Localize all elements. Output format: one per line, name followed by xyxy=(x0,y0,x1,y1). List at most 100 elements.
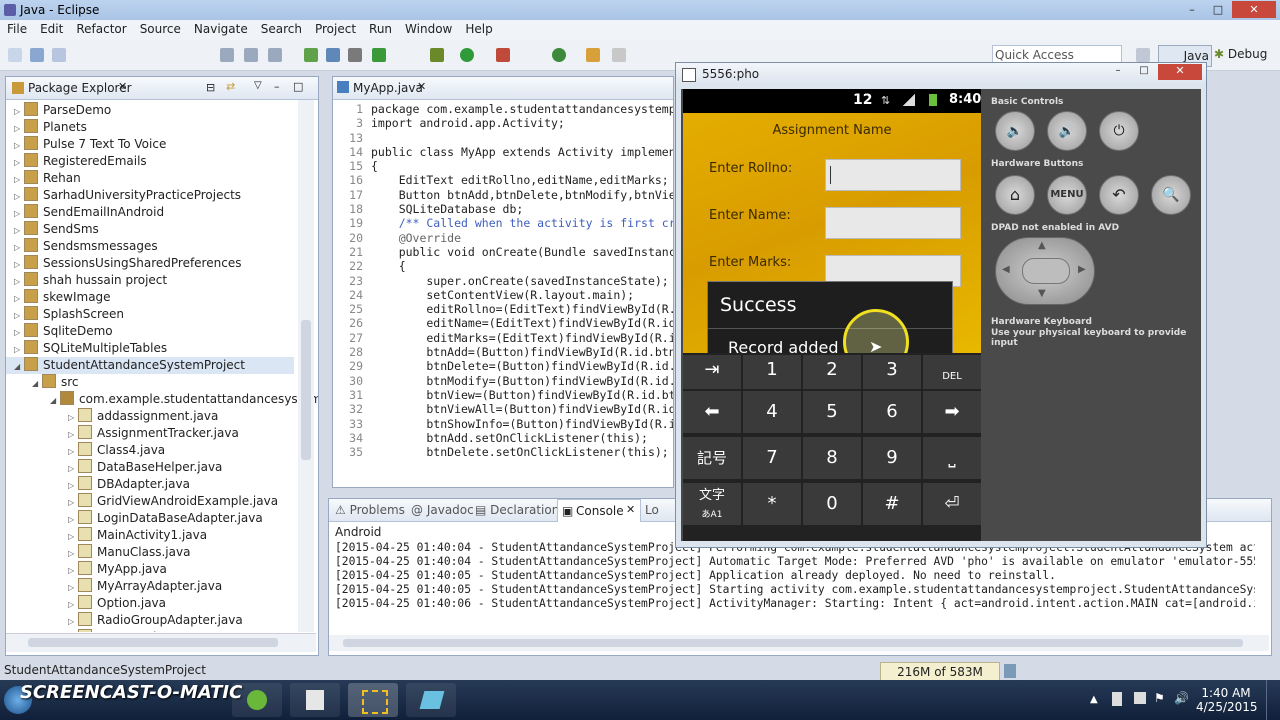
tree-item[interactable]: ▷ AssignmentTracker.java xyxy=(6,425,239,442)
tree-vscroll-thumb[interactable] xyxy=(301,320,311,460)
volume-up-button[interactable]: 🔊 xyxy=(1047,111,1087,151)
back-button[interactable]: ↶ xyxy=(1099,175,1139,215)
tree-item[interactable]: ▷ RegisteredEmails xyxy=(6,153,147,170)
emulator-close-button[interactable]: ✕ xyxy=(1158,64,1202,80)
key-6[interactable]: 6 xyxy=(863,391,921,433)
emulator-maximize-button[interactable]: □ xyxy=(1132,65,1156,79)
tree-item[interactable]: ▷ SarhadUniversityPracticeProjects xyxy=(6,187,241,204)
code-line[interactable]: 1 package com.example.studentattandancesy… xyxy=(333,102,673,116)
code-line[interactable]: 28 btnAdd=(Button)findViewById(R.id.btnA… xyxy=(333,345,673,359)
dpad-down-icon[interactable]: ▼ xyxy=(1038,288,1046,299)
tray-flag-icon[interactable]: ⚑ xyxy=(1154,691,1165,705)
key-3[interactable]: 3 xyxy=(863,355,921,389)
key-9[interactable]: 9 xyxy=(863,437,921,479)
collapsed-arrow-icon[interactable]: ▷ xyxy=(14,311,24,320)
code-line[interactable]: 16 EditText editRollno,editName,editMark… xyxy=(333,173,673,187)
editor-tab[interactable]: MyApp.java ✕ xyxy=(333,77,673,100)
key-star[interactable]: * xyxy=(743,483,801,525)
toggle-icon[interactable] xyxy=(220,48,234,62)
menu-navigate[interactable]: Navigate xyxy=(187,20,254,36)
search-tool-icon[interactable] xyxy=(612,48,626,62)
tree-item[interactable]: ▷ Class4.java xyxy=(6,442,165,459)
tree-item[interactable]: ▷ GridViewAndroidExample.java xyxy=(6,493,278,510)
code-line[interactable]: 21 public void onCreate(Bundle savedInst… xyxy=(333,245,673,259)
collapsed-arrow-icon[interactable]: ▷ xyxy=(14,124,24,133)
expanded-arrow-icon[interactable]: ◢ xyxy=(14,362,24,371)
tab-console[interactable]: ▣ Console ✕ xyxy=(557,499,641,522)
code-line[interactable]: 17 Button btnAdd,btnDelete,btnModify,btn… xyxy=(333,188,673,202)
tree-item[interactable]: ▷ SQLiteMultipleTables xyxy=(6,340,167,357)
menu-file[interactable]: File xyxy=(0,20,33,36)
key-right-arrow[interactable]: ➡ xyxy=(923,391,981,433)
code-line[interactable]: 24 setContentView(R.layout.main); xyxy=(333,288,673,302)
tree-item[interactable]: ▷ SplashScreen xyxy=(6,306,124,323)
pin-icon[interactable] xyxy=(244,48,258,62)
tree-item[interactable]: ▷ Option.java xyxy=(6,595,166,612)
collapsed-arrow-icon[interactable]: ▷ xyxy=(14,260,24,269)
dpad-up-icon[interactable]: ▲ xyxy=(1038,240,1046,251)
print-icon[interactable] xyxy=(52,48,66,62)
taskbar-eclipse-icon[interactable] xyxy=(232,683,282,717)
heap-status[interactable]: 216M of 583M xyxy=(880,662,1000,682)
lint-icon[interactable] xyxy=(348,48,362,62)
tree-item[interactable]: ▷Regester.java xyxy=(6,629,178,632)
close-console-icon[interactable]: ✕ xyxy=(626,503,635,516)
tab-javadoc[interactable]: @ Javadoc xyxy=(411,503,474,517)
tree-item[interactable]: ▷ LoginDataBaseAdapter.java xyxy=(6,510,263,527)
tree-item[interactable]: ▷ skewImage xyxy=(6,289,111,306)
tree-item[interactable]: ▷ DataBaseHelper.java xyxy=(6,459,222,476)
key-left-arrow[interactable]: ⬅ xyxy=(683,391,741,433)
name-input[interactable] xyxy=(825,207,961,239)
tree-item[interactable]: ▷ MyArrayAdapter.java xyxy=(6,578,222,595)
key-back-tab[interactable]: ⇥ xyxy=(683,355,741,389)
tray-volume-icon[interactable]: 🔊 xyxy=(1174,691,1189,705)
tab-logcat[interactable]: Lo xyxy=(645,503,659,517)
code-line[interactable]: 29 btnDelete=(Button)findViewById(R.id.b… xyxy=(333,359,673,373)
collapsed-arrow-icon[interactable]: ▷ xyxy=(14,192,24,201)
tree-item[interactable]: ▷ addassignment.java xyxy=(6,408,218,425)
collapsed-arrow-icon[interactable]: ▷ xyxy=(68,481,78,490)
tree-item[interactable]: ▷ ParseDemo xyxy=(6,102,111,119)
collapsed-arrow-icon[interactable]: ▷ xyxy=(14,141,24,150)
new-class-icon[interactable] xyxy=(552,48,566,62)
code-line[interactable]: 3 import android.app.Activity; xyxy=(333,116,673,130)
tree-item[interactable]: ▷ SessionsUsingSharedPreferences xyxy=(6,255,241,272)
console-hscrollbar[interactable] xyxy=(329,635,1269,651)
tree-item[interactable]: ▷ ManuClass.java xyxy=(6,544,190,561)
code-line[interactable]: 20 @Override xyxy=(333,231,673,245)
collapsed-arrow-icon[interactable]: ▷ xyxy=(68,566,78,575)
code-line[interactable]: 18 SQLiteDatabase db; xyxy=(333,202,673,216)
menu-help[interactable]: Help xyxy=(458,20,498,36)
tree-item[interactable]: ▷ Planets xyxy=(6,119,87,136)
key-del[interactable]: DEL xyxy=(923,355,981,389)
taskbar-app-icon[interactable] xyxy=(290,683,340,717)
menu-edit[interactable]: Edit xyxy=(33,20,69,36)
menu-run[interactable]: Run xyxy=(362,20,398,36)
key-0[interactable]: 0 xyxy=(803,483,861,525)
emulator-minimize-button[interactable]: – xyxy=(1106,65,1130,79)
key-kigo[interactable]: 記号 xyxy=(683,437,741,479)
tree-item[interactable]: ▷ Pulse 7 Text To Voice xyxy=(6,136,166,153)
tree-item[interactable]: ▷ SendSms xyxy=(6,221,99,238)
tree-item[interactable]: ▷ DBAdapter.java xyxy=(6,476,190,493)
key-hash[interactable]: # xyxy=(863,483,921,525)
collapsed-arrow-icon[interactable]: ▷ xyxy=(68,447,78,456)
dpad[interactable]: ▲ ▼ ◀ ▶ xyxy=(995,237,1095,305)
new-icon[interactable] xyxy=(8,48,22,62)
collapse-all-icon[interactable]: ⊟ xyxy=(206,81,215,94)
collapsed-arrow-icon[interactable]: ▷ xyxy=(68,413,78,422)
expanded-arrow-icon[interactable]: ◢ xyxy=(32,379,42,388)
minimize-view-icon[interactable]: – xyxy=(274,80,280,93)
tray-network-icon[interactable] xyxy=(1134,692,1146,704)
tray-arrow-icon[interactable]: ▲ xyxy=(1090,694,1098,705)
mark-icon[interactable] xyxy=(268,48,282,62)
external-tools-icon[interactable] xyxy=(496,48,510,62)
key-1[interactable]: 1 xyxy=(743,355,801,389)
tree-item[interactable]: ◢ com.example.studentattandancesystempr xyxy=(6,391,318,408)
taskbar-notepad-icon[interactable] xyxy=(406,683,456,717)
code-line[interactable]: 34 btnAdd.setOnClickListener(this); xyxy=(333,431,673,445)
maximize-view-icon[interactable]: □ xyxy=(293,80,303,93)
view-menu-icon[interactable]: ▽ xyxy=(254,80,262,91)
key-7[interactable]: 7 xyxy=(743,437,801,479)
close-editor-icon[interactable]: ✕ xyxy=(417,80,426,93)
